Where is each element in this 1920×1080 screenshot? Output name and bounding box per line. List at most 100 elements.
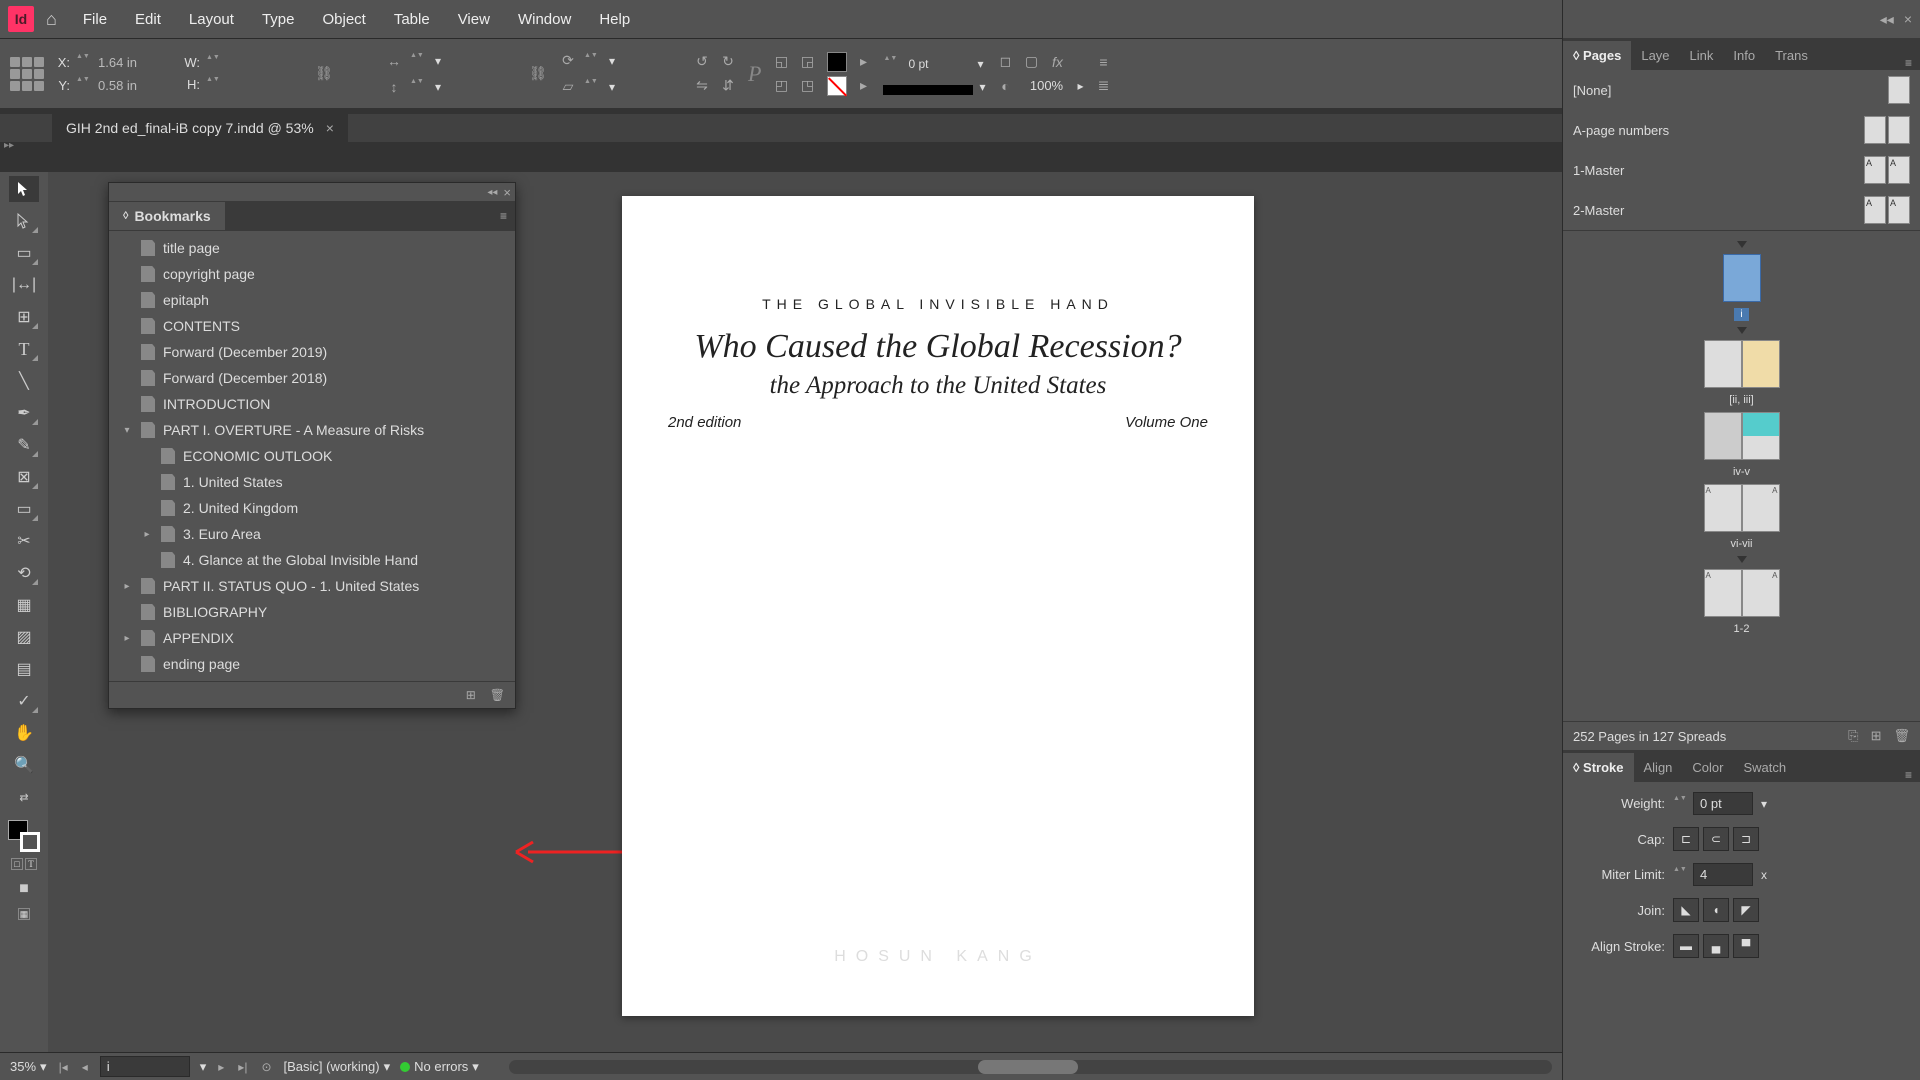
pen-tool[interactable]: ✒ bbox=[9, 400, 39, 426]
flip-v-icon[interactable]: ⇵ bbox=[718, 76, 738, 96]
type-tool[interactable]: T bbox=[9, 336, 39, 362]
default-fill-stroke[interactable]: ■ bbox=[9, 876, 39, 902]
bookmark-item[interactable]: epitaph bbox=[109, 287, 515, 313]
menu-view[interactable]: View bbox=[444, 5, 504, 34]
stroke-style-dropdown[interactable] bbox=[883, 85, 973, 95]
canvas-area[interactable]: ◂◂ × ◊Bookmarks ≡ title pagecopyright pa… bbox=[48, 172, 1562, 1052]
align-outside-button[interactable]: ▀ bbox=[1733, 934, 1759, 958]
weight-input[interactable] bbox=[1693, 792, 1753, 815]
select-container-icon[interactable]: ◱ bbox=[771, 52, 791, 72]
expand-arrow-icon[interactable]: ▸ bbox=[121, 633, 133, 644]
chevron-down-icon[interactable]: ▾ bbox=[200, 1059, 207, 1075]
direct-selection-tool[interactable] bbox=[9, 208, 39, 234]
free-transform-tool[interactable]: ⟲ bbox=[9, 560, 39, 586]
w-stepper[interactable]: ▲▼ bbox=[206, 54, 218, 72]
delete-page-icon[interactable]: 🗑 bbox=[1893, 728, 1910, 744]
document-tab[interactable]: GIH 2nd ed_final-iB copy 7.indd @ 53% × bbox=[52, 114, 348, 142]
page-thumb[interactable]: A bbox=[1704, 569, 1742, 617]
object-effects-icon[interactable]: ▢ bbox=[1021, 52, 1041, 72]
fill-swatch[interactable] bbox=[827, 52, 847, 72]
gradient-feather-tool[interactable]: ▨ bbox=[9, 624, 39, 650]
constrain-icon[interactable]: ⛓ bbox=[314, 64, 334, 84]
panel-tab-pages[interactable]: ◊ Pages bbox=[1563, 41, 1631, 70]
note-tool[interactable]: ▤ bbox=[9, 656, 39, 682]
collapse-panel-icon[interactable]: ◂◂ bbox=[487, 187, 497, 198]
select-prev-icon[interactable]: ◰ bbox=[771, 76, 791, 96]
zoom-tool[interactable]: 🔍 bbox=[9, 752, 39, 778]
y-stepper[interactable]: ▲▼ bbox=[76, 76, 88, 94]
chevron-down-icon[interactable]: ▾ bbox=[979, 80, 985, 94]
page-thumb[interactable] bbox=[1704, 412, 1742, 460]
bookmark-item[interactable]: 1. United States bbox=[109, 469, 515, 495]
cap-butt-button[interactable]: ⊏ bbox=[1673, 827, 1699, 851]
cap-round-button[interactable]: ⊂ bbox=[1703, 827, 1729, 851]
master-thumb[interactable]: A bbox=[1864, 156, 1886, 184]
stroke-weight-field[interactable]: 0 pt bbox=[901, 53, 971, 75]
stroke-swatch[interactable] bbox=[827, 76, 847, 96]
preflight-errors[interactable]: No errors ▾ bbox=[400, 1059, 479, 1075]
page-thumb[interactable] bbox=[1704, 340, 1742, 388]
h-stepper[interactable]: ▲▼ bbox=[206, 76, 218, 94]
panel-tab-info[interactable]: Info bbox=[1723, 41, 1765, 70]
page-thumb[interactable]: A bbox=[1742, 484, 1780, 532]
scale-y-stepper[interactable]: ▲▼ bbox=[410, 78, 422, 96]
page-thumb[interactable] bbox=[1723, 254, 1761, 302]
collapse-dock-icon[interactable]: ◂◂ bbox=[1880, 11, 1894, 28]
panel-tab-color[interactable]: Color bbox=[1682, 753, 1733, 782]
master-row[interactable]: [None] bbox=[1563, 70, 1920, 110]
align-center-button[interactable]: ▬ bbox=[1673, 934, 1699, 958]
last-page-button[interactable]: ▸| bbox=[236, 1060, 249, 1074]
chevron-down-icon[interactable]: ▾ bbox=[977, 57, 983, 71]
x-input[interactable]: 1.64 in bbox=[94, 53, 174, 72]
horizontal-scrollbar[interactable] bbox=[509, 1060, 1552, 1074]
hand-tool[interactable]: ✋ bbox=[9, 720, 39, 746]
expand-arrow-icon[interactable]: ▾ bbox=[121, 425, 133, 436]
join-round-button[interactable]: ◖ bbox=[1703, 898, 1729, 922]
gap-tool[interactable]: |↔| bbox=[9, 272, 39, 298]
panel-tab-laye[interactable]: Laye bbox=[1631, 41, 1679, 70]
close-panel-icon[interactable]: × bbox=[503, 185, 511, 200]
reference-point-grid[interactable] bbox=[10, 57, 44, 91]
scissors-tool[interactable]: ✂ bbox=[9, 528, 39, 554]
fill-menu-icon[interactable]: ▸ bbox=[853, 52, 873, 72]
close-tab-icon[interactable]: × bbox=[326, 120, 334, 136]
master-row[interactable]: 1-MasterAA bbox=[1563, 150, 1920, 190]
scale-y-dropdown[interactable]: ▾ bbox=[428, 76, 518, 98]
rotate-stepper[interactable]: ▲▼ bbox=[584, 52, 596, 70]
menu-type[interactable]: Type bbox=[248, 5, 309, 34]
chevron-right-icon[interactable]: ▸ bbox=[1077, 79, 1083, 93]
opacity-input[interactable]: 100% bbox=[1021, 76, 1071, 95]
master-thumb[interactable] bbox=[1888, 116, 1910, 144]
master-thumb[interactable] bbox=[1864, 116, 1886, 144]
rotate-cw-icon[interactable]: ↻ bbox=[718, 52, 738, 72]
opacity-icon[interactable]: ◐ bbox=[995, 76, 1015, 96]
menu-file[interactable]: File bbox=[69, 5, 121, 34]
menu-object[interactable]: Object bbox=[308, 5, 379, 34]
edit-page-size-icon[interactable]: ⎘ bbox=[1848, 728, 1858, 744]
bookmark-item[interactable]: INTRODUCTION bbox=[109, 391, 515, 417]
menu-table[interactable]: Table bbox=[380, 5, 444, 34]
menu-window[interactable]: Window bbox=[504, 5, 585, 34]
bookmark-item[interactable]: Forward (December 2019) bbox=[109, 339, 515, 365]
cap-projecting-button[interactable]: ⊐ bbox=[1733, 827, 1759, 851]
panel-menu-icon[interactable]: ≡ bbox=[492, 209, 515, 223]
bookmark-item[interactable]: ending page bbox=[109, 651, 515, 677]
miter-input[interactable] bbox=[1693, 863, 1753, 886]
constrain-scale-icon[interactable]: ⛓ bbox=[528, 64, 548, 84]
join-bevel-button[interactable]: ◤ bbox=[1733, 898, 1759, 922]
document-page[interactable]: THE GLOBAL INVISIBLE HAND Who Caused the… bbox=[622, 196, 1254, 1016]
pages-spreads-area[interactable]: i [ii, iii] iv-v AA vi-vii AA 1-2 bbox=[1563, 231, 1920, 721]
view-mode-buttons[interactable]: ▦ bbox=[18, 908, 30, 920]
new-bookmark-icon[interactable]: ⊞ bbox=[466, 688, 476, 702]
scale-x-dropdown[interactable]: ▾ bbox=[428, 50, 518, 72]
select-content-icon[interactable]: ◲ bbox=[797, 52, 817, 72]
h-input[interactable] bbox=[224, 83, 304, 87]
scale-x-stepper[interactable]: ▲▼ bbox=[410, 52, 422, 70]
first-page-button[interactable]: |◂ bbox=[57, 1060, 70, 1074]
menu-help[interactable]: Help bbox=[585, 5, 644, 34]
bookmark-item[interactable]: ▸3. Euro Area bbox=[109, 521, 515, 547]
panel-expand-icon[interactable]: ▸▸ bbox=[4, 140, 14, 151]
bookmarks-tab[interactable]: ◊Bookmarks bbox=[109, 202, 225, 230]
shear-dropdown[interactable]: ▾ bbox=[602, 76, 682, 98]
selection-tool[interactable] bbox=[9, 176, 39, 202]
